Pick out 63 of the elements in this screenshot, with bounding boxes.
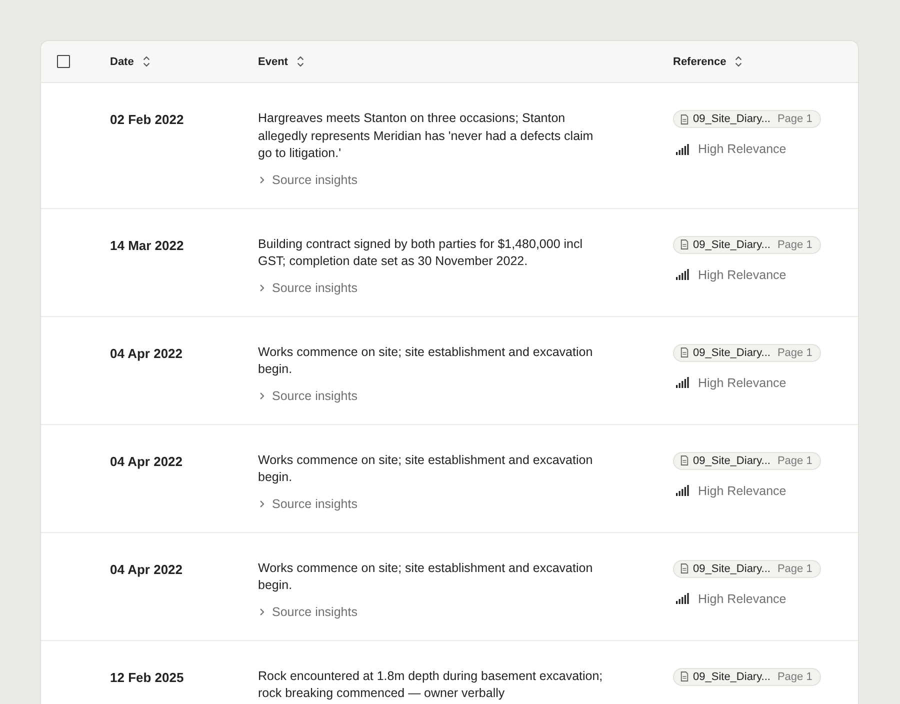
relevance-label: High Relevance: [698, 268, 786, 282]
file-name: 09_Site_Diary...: [693, 238, 770, 250]
source-insights-toggle[interactable]: Source insights: [258, 388, 358, 402]
file-name: 09_Site_Diary...: [693, 454, 770, 466]
sort-icon: [142, 55, 151, 68]
document-icon: [680, 563, 689, 574]
document-icon: [680, 114, 689, 124]
document-reference-chip[interactable]: 09_Site_Diary... Page 1: [673, 668, 822, 686]
chevron-right-icon: [258, 498, 266, 508]
page-number: Page 1: [777, 670, 812, 682]
page-number: Page 1: [777, 454, 812, 466]
sort-icon: [296, 55, 305, 68]
source-insights-toggle[interactable]: Source insights: [258, 496, 358, 510]
relevance-label: High Relevance: [698, 142, 786, 156]
chevron-right-icon: [258, 390, 266, 400]
event-date: 12 Feb 2025: [110, 668, 185, 686]
event-description: Works commence on site; site establishment and excavation begin.: [258, 344, 594, 378]
chevron-right-icon: [258, 606, 266, 616]
relevance-bars-icon: [676, 377, 690, 388]
relevance-label: High Relevance: [698, 376, 786, 390]
document-icon: [680, 347, 689, 358]
document-icon: [680, 455, 689, 466]
event-description: Hargreaves meets Stanton on three occasions; Stanton allegedly represents Meridian has 'never had a defects claim go to litigation.': [258, 110, 594, 162]
document-reference-chip[interactable]: 09_Site_Diary... Page 1: [673, 560, 822, 578]
page-number: Page 1: [777, 113, 812, 125]
page-number: Page 1: [777, 238, 812, 250]
chevron-right-icon: [258, 282, 266, 292]
relevance-label: High Relevance: [698, 484, 786, 498]
event-date: 04 Apr 2022: [110, 452, 184, 471]
event-date: 02 Feb 2022: [110, 111, 185, 129]
document-icon: [680, 239, 689, 250]
document-reference-chip[interactable]: 09_Site_Diary... Page 1: [673, 344, 822, 362]
chevron-right-icon: [258, 174, 266, 184]
event-description: Rock encountered at 1.8m depth during basement excavation; rock breaking commenced — owner verbally: [258, 668, 603, 702]
document-reference-chip[interactable]: 09_Site_Diary... Page 1: [673, 452, 822, 470]
file-name: 09_Site_Diary...: [693, 670, 770, 682]
relevance-bars-icon: [676, 485, 690, 496]
file-name: 09_Site_Diary...: [693, 562, 770, 574]
event-date: 14 Mar 2022: [110, 236, 185, 254]
event-date: 04 Apr 2022: [110, 560, 184, 579]
source-insights-toggle[interactable]: Source insights: [258, 172, 358, 186]
sort-icon: [734, 55, 744, 68]
document-reference-chip[interactable]: 09_Site_Diary... Page 1: [673, 110, 822, 128]
source-insights-toggle[interactable]: Source insights: [258, 604, 358, 618]
page-number: Page 1: [777, 562, 812, 574]
relevance-bars-icon: [676, 593, 690, 604]
source-insights-toggle[interactable]: Source insights: [258, 280, 358, 294]
relevance-bars-icon: [676, 269, 690, 280]
event-date: 04 Apr 2022: [110, 344, 184, 363]
column-header[interactable]: Date: [110, 55, 151, 68]
page-number: Page 1: [777, 346, 812, 358]
document-reference-chip[interactable]: 09_Site_Diary... Page 1: [673, 236, 822, 254]
select-all-checkbox[interactable]: [57, 55, 70, 68]
document-icon: [680, 671, 689, 682]
relevance-label: High Relevance: [698, 592, 786, 606]
event-description: Works commence on site; site establishment and excavation begin.: [258, 452, 594, 486]
column-header[interactable]: Reference: [673, 55, 744, 68]
event-description: Works commence on site; site establishment and excavation begin.: [258, 560, 594, 594]
file-name: 09_Site_Diary...: [693, 113, 770, 125]
column-header[interactable]: Event: [258, 55, 305, 68]
event-description: Building contract signed by both parties for $1,480,000 incl GST; completion date set as 30 November 2022.: [258, 236, 584, 270]
relevance-bars-icon: [676, 144, 690, 154]
file-name: 09_Site_Diary...: [693, 346, 770, 358]
